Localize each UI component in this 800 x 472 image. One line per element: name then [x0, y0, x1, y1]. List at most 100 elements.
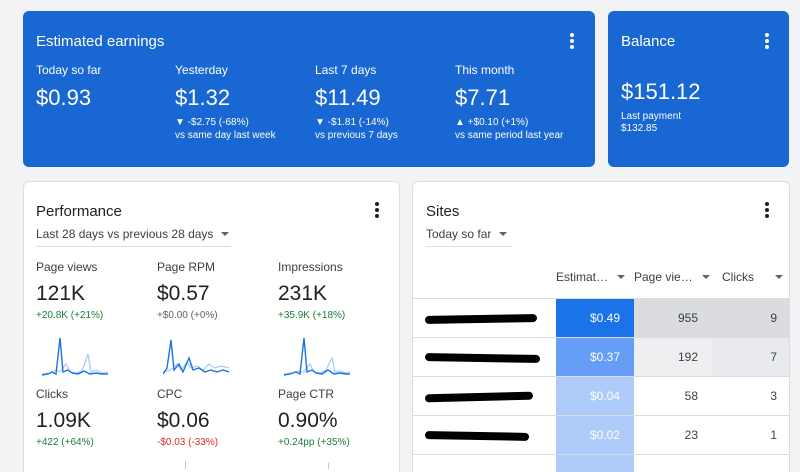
metric-value: 0.90%	[278, 409, 338, 432]
table-row[interactable]	[413, 454, 789, 472]
metric-comparison: vs same period last year	[455, 130, 564, 141]
balance-more-icon[interactable]	[757, 31, 777, 51]
impressions-sparkline	[284, 337, 350, 376]
sites-more-icon[interactable]	[757, 200, 777, 220]
estimated-earnings-cell: $0.37	[556, 338, 634, 376]
redacted-site-name	[424, 391, 534, 403]
perf-page-rpm[interactable]: Page RPM $0.57 +$0.00 (+0%)	[157, 260, 267, 322]
metric-change: ▼ -$1.81 (-14%)	[315, 117, 389, 128]
estimated-earnings-cell: $0.02	[556, 416, 634, 454]
metric-label: Page RPM	[157, 260, 216, 274]
metric-label: Yesterday	[175, 63, 228, 77]
sort-caret-icon	[701, 275, 710, 279]
estimated-earnings-cell	[556, 455, 634, 472]
estimated-earnings-card: Estimated earnings Today so far $0.93 Ye…	[23, 11, 595, 167]
metric-value: $7.71	[455, 85, 511, 110]
metric-change: +20.8K (+21%)	[36, 310, 104, 321]
balance-title: Balance	[621, 33, 676, 50]
sites-range-label: Today so far	[426, 227, 492, 241]
column-header-clicks[interactable]: Clicks	[722, 270, 783, 284]
redacted-site-name	[424, 314, 538, 324]
column-header-estimated-earnings[interactable]: Estimat…	[556, 270, 626, 284]
metric-label: Page CTR	[278, 387, 335, 401]
metric-label: Today so far	[36, 63, 102, 77]
last-payment: Last payment $132.85	[621, 111, 681, 135]
metric-value: 121K	[36, 282, 86, 305]
perf-cpc[interactable]: CPC $0.06 -$0.03 (-33%)	[157, 387, 267, 449]
redacted-site-name	[424, 352, 541, 364]
performance-range-dropdown[interactable]: Last 28 days vs previous 28 days	[36, 227, 230, 241]
metric-value: $0.06	[157, 409, 210, 432]
metric-change: +$0.00 (+0%)	[157, 310, 218, 321]
table-row[interactable]: $0.49 955 9	[413, 298, 789, 337]
column-label: Estimat…	[556, 270, 609, 284]
metric-value: $0.93	[36, 85, 92, 110]
metric-label: Page views	[36, 260, 98, 274]
sites-card: Sites Today so far Estimat… Page vie… Cl…	[412, 181, 790, 472]
page-views-cell: 955	[634, 299, 712, 337]
metric-change: +0.24pp (+35%)	[278, 437, 350, 448]
redacted-site-name	[424, 431, 530, 441]
metric-value: 231K	[278, 282, 328, 305]
column-label: Page vie…	[634, 270, 693, 284]
sparkline-fragment	[328, 463, 329, 469]
perf-impressions[interactable]: Impressions 231K +35.9K (+18%)	[278, 260, 388, 322]
performance-more-icon[interactable]	[367, 200, 387, 220]
column-label: Clicks	[722, 270, 754, 284]
perf-page-ctr[interactable]: Page CTR 0.90% +0.24pp (+35%)	[278, 387, 388, 449]
page-views-sparkline	[42, 337, 108, 376]
sort-caret-icon	[775, 275, 783, 279]
sites-range-dropdown[interactable]: Today so far	[426, 227, 508, 241]
metric-change: -$0.03 (-33%)	[157, 437, 219, 448]
performance-range-label: Last 28 days vs previous 28 days	[36, 227, 214, 241]
column-header-page-views[interactable]: Page vie…	[634, 270, 710, 284]
metric-label: CPC	[157, 387, 183, 401]
metric-comparison: vs previous 7 days	[315, 130, 398, 141]
earnings-today: Today so far $0.93	[36, 63, 176, 111]
metric-value: $11.49	[315, 85, 381, 110]
table-row[interactable]: $0.02 23 1	[413, 415, 789, 454]
page-rpm-sparkline	[163, 339, 229, 375]
balance-card: Balance $151.12 Last payment $132.85	[608, 11, 789, 167]
clicks-cell: 7	[712, 338, 789, 376]
last-payment-label: Last payment	[621, 111, 682, 122]
dropdown-underline	[426, 246, 512, 247]
metric-value: 1.09K	[36, 409, 91, 432]
page-views-cell: 192	[634, 338, 712, 376]
perf-clicks[interactable]: Clicks 1.09K +422 (+64%)	[36, 387, 146, 449]
page-views-cell: 58	[634, 377, 712, 415]
table-row[interactable]: $0.37 192 7	[413, 337, 789, 376]
perf-page-views[interactable]: Page views 121K +20.8K (+21%)	[36, 260, 146, 322]
metric-label: Impressions	[278, 260, 343, 274]
dropdown-caret-icon	[499, 232, 508, 236]
estimated-earnings-cell: $0.04	[556, 377, 634, 415]
metric-change: ▼ -$2.75 (-68%)	[175, 117, 249, 128]
metric-value: $0.57	[157, 282, 210, 305]
dropdown-underline	[36, 246, 231, 247]
metric-change: +35.9K (+18%)	[278, 310, 346, 321]
metric-label: Clicks	[36, 387, 68, 401]
earnings-yesterday: Yesterday $1.32 ▼ -$2.75 (-68%) vs same …	[175, 63, 315, 142]
metric-change: +422 (+64%)	[36, 437, 94, 448]
clicks-cell: 3	[712, 377, 789, 415]
metric-change: ▲ +$0.10 (+1%)	[455, 117, 529, 128]
sparkline-fragment	[185, 461, 186, 469]
clicks-cell: 9	[712, 299, 789, 337]
sort-caret-icon	[617, 275, 626, 279]
metric-label: Last 7 days	[315, 63, 377, 77]
table-row[interactable]: $0.04 58 3	[413, 376, 789, 415]
earnings-last-7-days: Last 7 days $11.49 ▼ -$1.81 (-14%) vs pr…	[315, 63, 455, 142]
sites-title: Sites	[426, 203, 460, 220]
metric-label: This month	[455, 63, 515, 77]
estimated-earnings-cell: $0.49	[556, 299, 634, 337]
metric-comparison: vs same day last week	[175, 130, 276, 141]
last-payment-value: $132.85	[621, 123, 658, 134]
metric-value: $1.32	[175, 85, 231, 110]
earnings-more-icon[interactable]	[562, 31, 582, 51]
earnings-this-month: This month $7.71 ▲ +$0.10 (+1%) vs same …	[455, 63, 595, 142]
dropdown-caret-icon	[221, 232, 230, 236]
page-views-cell: 23	[634, 416, 712, 454]
earnings-title: Estimated earnings	[36, 33, 165, 50]
balance-value: $151.12	[621, 79, 701, 104]
clicks-cell: 1	[712, 416, 789, 454]
